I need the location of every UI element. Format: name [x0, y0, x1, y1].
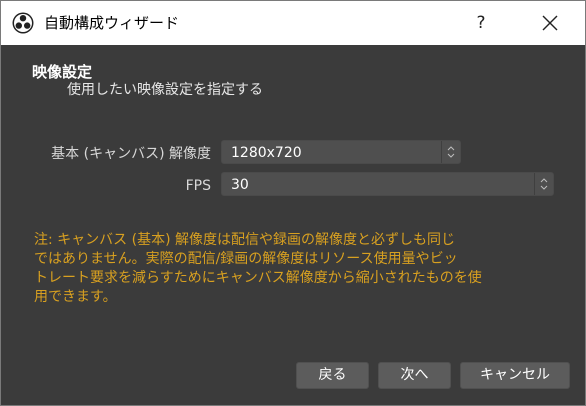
cancel-button[interactable]: キャンセル: [460, 362, 570, 389]
page-subtitle: 使用したい映像設定を指定する: [67, 82, 263, 98]
next-button[interactable]: 次へ: [378, 362, 451, 389]
title-bar: 自動構成ウィザード ?: [1, 1, 585, 45]
help-button[interactable]: ?: [465, 7, 497, 39]
resolution-note: 注: キャンバス (基本) 解像度は配信や録画の解像度と必ずしも同じ ではありま…: [34, 231, 554, 307]
close-button[interactable]: [529, 7, 569, 39]
page-title: 映像設定: [32, 63, 93, 81]
base-resolution-combobox[interactable]: 1280x720: [221, 140, 461, 164]
base-resolution-label: 基本 (キャンバス) 解像度: [51, 146, 211, 162]
spinner-arrows-icon: [534, 173, 548, 195]
note-line: 注: キャンバス (基本) 解像度は配信や録画の解像度と必ずしも同じ: [34, 232, 455, 248]
wizard-window: 自動構成ウィザード ? 映像設定 使用したい映像設定を指定する 基本 (キャンバ…: [0, 0, 586, 406]
base-resolution-value: 1280x720: [231, 145, 302, 161]
note-line: ではありません。実際の配信/録画の解像度はリソース使用量やビッ: [34, 251, 458, 267]
back-button[interactable]: 戻る: [296, 362, 369, 389]
note-line: 用できます。: [34, 289, 117, 305]
note-line: トレート要求を減らすためにキャンバス解像度から縮小されたものを使: [34, 270, 482, 286]
fps-value: 30: [231, 177, 249, 193]
obs-logo-icon: [12, 12, 34, 34]
fps-combobox[interactable]: 30: [221, 172, 554, 196]
wizard-content: 映像設定 使用したい映像設定を指定する 基本 (キャンバス) 解像度 1280x…: [1, 45, 585, 405]
close-icon: [542, 15, 558, 31]
window-title: 自動構成ウィザード: [44, 14, 180, 32]
fps-label: FPS: [185, 178, 211, 194]
spinner-arrows-icon: [441, 141, 455, 163]
